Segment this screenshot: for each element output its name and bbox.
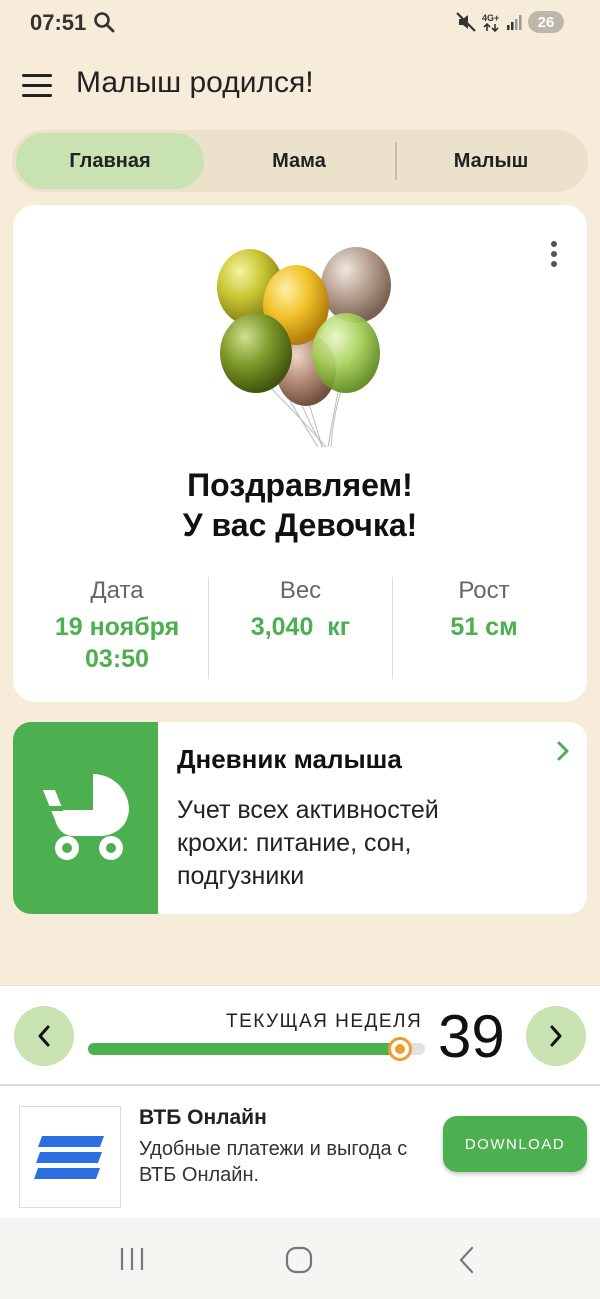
baby-diary-card[interactable]: Дневник малыша Учет всех активностей кро…: [13, 722, 587, 914]
tab-baby[interactable]: Малыш: [400, 133, 582, 189]
signal-icon: [506, 10, 524, 39]
svg-text:4G+: 4G+: [482, 13, 499, 23]
tab-divider: [395, 142, 397, 180]
stat-date: Дата 19 ноября 03:50: [27, 577, 207, 675]
home-icon[interactable]: [285, 1246, 313, 1279]
search-icon: [92, 10, 116, 39]
hamburger-menu-icon[interactable]: [22, 74, 52, 98]
stat-weight-label: Вес: [279, 577, 322, 604]
slider-thumb[interactable]: [388, 1037, 412, 1061]
tab-mom[interactable]: Мама: [208, 133, 390, 189]
balloons-image: [198, 235, 398, 455]
app-bar: Малыш родился!: [0, 50, 600, 122]
back-icon[interactable]: [456, 1246, 478, 1279]
chevron-right-icon[interactable]: [553, 740, 573, 767]
diary-icon-panel: [13, 722, 158, 914]
stat-time-value: 03:50: [85, 645, 149, 673]
chevron-left-icon: [38, 1025, 50, 1047]
next-week-button[interactable]: [526, 1006, 586, 1066]
stat-height-value: 51 см: [450, 613, 518, 641]
current-week-label: ТЕКУЩАЯ НЕДЕЛЯ: [226, 1011, 423, 1032]
battery-indicator: 26: [528, 11, 564, 33]
status-bar: 07:51 4G+ 26: [0, 0, 600, 46]
stat-height: Рост 51 см: [393, 577, 575, 643]
ad-title: ВТБ Онлайн: [139, 1106, 267, 1129]
week-progress-fill: [88, 1043, 400, 1055]
system-nav-bar: [0, 1218, 600, 1299]
current-week-number: 39: [438, 1003, 505, 1070]
stat-date-label: Дата: [90, 577, 144, 604]
vtb-logo-icon: [19, 1106, 121, 1208]
stat-weight-value: 3,040 кг: [250, 613, 351, 641]
mute-icon: [455, 10, 477, 39]
stat-date-value: 19 ноября: [54, 613, 180, 641]
stat-height-label: Рост: [458, 577, 510, 604]
diary-title: Дневник малыша: [177, 744, 402, 774]
ad-description: Удобные платежи и выгода с ВТБ Онлайн.: [139, 1138, 408, 1186]
recent-apps-icon[interactable]: [118, 1246, 146, 1277]
congratulation-card: Поздравляем! У вас Девочка! Дата 19 нояб…: [13, 205, 587, 702]
diary-description: Учет всех активностей крохи: питание, со…: [177, 796, 439, 890]
baby-stroller-icon: [43, 774, 129, 860]
network-4g-icon: 4G+: [481, 10, 503, 39]
status-time: 07:51: [30, 10, 87, 35]
tab-bar: Главная Мама Малыш: [12, 130, 588, 192]
prev-week-button[interactable]: [14, 1006, 74, 1066]
more-options-icon[interactable]: [548, 241, 560, 271]
tab-main[interactable]: Главная: [16, 133, 204, 189]
chevron-right-icon: [550, 1025, 562, 1047]
week-progress-slider[interactable]: [88, 1037, 425, 1061]
download-button[interactable]: DOWNLOAD: [443, 1116, 587, 1172]
congrats-line-1: Поздравляем!: [187, 467, 413, 503]
page-title: Малыш родился!: [76, 66, 314, 99]
congrats-line-2: У вас Девочка!: [182, 507, 418, 543]
week-selector: ТЕКУЩАЯ НЕДЕЛЯ 39: [0, 985, 600, 1084]
ad-banner[interactable]: ВТБ Онлайн Удобные платежи и выгода с ВТ…: [0, 1084, 600, 1218]
stat-weight: Вес 3,040 кг: [209, 577, 392, 643]
